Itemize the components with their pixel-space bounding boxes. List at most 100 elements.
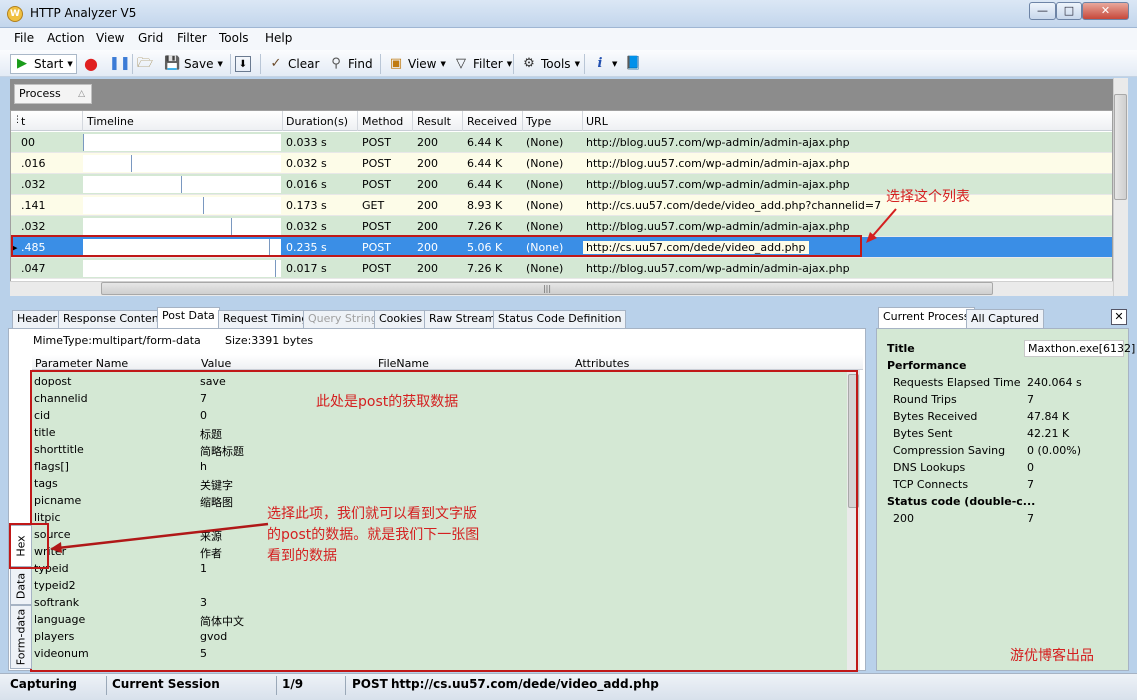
save-button[interactable]: 💾 Save ▼ [164,54,223,74]
tab-request-timing[interactable]: Request Timing [218,310,314,328]
post-param-row[interactable]: tags 关键字 [32,475,847,492]
stat-row: Requests Elapsed Time 240.064 s [883,374,1127,391]
column-header-duration[interactable]: Duration(s) [286,115,348,128]
tab-header[interactable]: Header [12,310,63,328]
status-session: Current Session [112,677,220,691]
stat-label: Compression Saving [893,444,1006,457]
close-button[interactable]: ✕ [1082,2,1129,20]
cell-method: GET [362,199,385,212]
status-code-row: 200 7 [893,512,1034,525]
param-name: tags [34,477,58,490]
cell-result: 200 [417,178,438,191]
menu-tools[interactable]: Tools [219,31,249,45]
column-header-result[interactable]: Result [417,115,451,128]
tab-response-content[interactable]: Response Content [58,310,169,328]
post-param-row[interactable]: softrank 3 [32,594,847,611]
grid-vertical-scroll-thumb[interactable] [1114,94,1127,200]
open-button[interactable]: 🗁 [137,54,153,74]
timeline-cell [83,218,281,235]
post-param-row[interactable]: players gvod [32,628,847,645]
column-header-received[interactable]: Received [467,115,517,128]
play-icon: ▶ [17,56,27,71]
post-data-scroll-thumb[interactable] [848,374,859,508]
tab-cookies[interactable]: Cookies [374,310,428,328]
broom-icon: ✓ [270,56,282,71]
cell-received: 5.06 K [467,241,503,254]
post-param-row[interactable]: shorttitle 简略标题 [32,441,847,458]
tab-raw-stream[interactable]: Raw Stream [424,310,501,328]
menu-filter[interactable]: Filter [177,31,207,45]
help-book-button[interactable]: 📘 [625,54,641,74]
grid-horizontal-scroll-thumb[interactable]: ||| [101,282,993,295]
post-param-row[interactable]: language 简体中文 [32,611,847,628]
table-row[interactable]: .047 0.017 s POST 200 7.26 K (None) http://blo… [11,258,1112,279]
info-button[interactable]: i ▼ [592,54,618,74]
tools-button[interactable]: ⚙ Tools ▼ [521,54,580,74]
stat-label: Bytes Received [893,410,978,423]
maximize-button[interactable]: □ [1056,2,1082,20]
column-header-attributes[interactable]: Attributes [575,357,629,370]
gear-icon: ⚙ [523,56,535,71]
menu-grid[interactable]: Grid [138,31,163,45]
post-param-row[interactable]: title 标题 [32,424,847,441]
clear-button[interactable]: ✓ Clear [268,54,320,74]
cell-type: (None) [526,157,564,170]
menu-file[interactable]: File [14,31,34,45]
start-button[interactable]: ▶ Start ▼ [10,54,77,74]
cell-t: .485 [21,241,46,254]
table-row[interactable]: .485 0.235 s POST 200 5.06 K (None) http://cs.… [11,237,1112,258]
side-tab-hex[interactable]: Hex [10,525,32,567]
column-header-type[interactable]: Type [526,115,551,128]
status-capturing: Capturing [10,677,77,691]
tab-status-code-definition[interactable]: Status Code Definition [493,310,627,328]
post-data-header: Parameter Name Value FileName Attributes [32,355,863,370]
column-header-method[interactable]: Method [362,115,403,128]
timeline-marker [131,155,132,172]
minimize-button[interactable]: — [1029,2,1056,20]
status-code-heading: Status code (double-c... [887,495,1036,508]
post-param-row[interactable]: videonum 5 [32,645,847,662]
column-header-filename[interactable]: FileName [378,357,429,370]
table-row[interactable]: .032 0.032 s POST 200 7.26 K (None) http://blo… [11,216,1112,237]
menu-help[interactable]: Help [265,31,292,45]
post-param-row[interactable]: dopost save [32,373,847,390]
column-header-parameter-name[interactable]: Parameter Name [35,357,128,370]
cell-received: 6.44 K [467,136,503,149]
tab-post-data[interactable]: Post Data [157,307,220,328]
param-name: players [34,630,75,643]
auto-scroll-button[interactable]: ⬇ [235,54,251,74]
group-chip-process[interactable]: Process △ [14,84,92,104]
cell-received: 6.44 K [467,157,503,170]
info-icon: i [597,56,603,71]
table-row[interactable]: 00 0.033 s POST 200 6.44 K (None) http://blog.… [11,132,1112,153]
view-button[interactable]: ▣ View ▼ [388,54,446,74]
filter-button[interactable]: ▽ Filter ▼ [453,54,512,74]
param-name: language [34,613,86,626]
find-button[interactable]: ⚲ Find [328,54,372,74]
book-icon: 📘 [625,56,642,71]
column-header-value[interactable]: Value [201,357,231,370]
tab-all-captured[interactable]: All Captured [966,309,1044,328]
pause-button[interactable]: ❚❚ [109,54,131,74]
performance-heading: Performance [887,359,967,372]
row-indicator-icon: ▸ [12,241,18,254]
chevron-down-icon: ▼ [574,60,580,68]
column-header-timeline[interactable]: Timeline [87,115,134,128]
chevron-down-icon: ▼ [67,60,73,68]
menu-view[interactable]: View [96,31,124,45]
close-pane-icon[interactable]: ✕ [1111,309,1127,325]
menu-action[interactable]: Action [47,31,85,45]
stop-button[interactable]: ● [83,54,99,74]
side-tab-form-data[interactable]: Form-data [10,605,32,669]
tab-current-process[interactable]: Current Process [878,307,975,328]
tab-query-string[interactable]: Query String [303,310,383,328]
cell-type: (None) [526,241,564,254]
grid-header: ⋮ t Timeline Duration(s) Method Result R… [11,111,1112,131]
column-header-t[interactable]: t [21,115,25,128]
post-param-row[interactable]: flags[] h [32,458,847,475]
column-header-url[interactable]: URL [586,115,608,128]
side-tab-data[interactable]: Data [10,567,32,605]
table-row[interactable]: .016 0.032 s POST 200 6.44 K (None) http://blo… [11,153,1112,174]
post-param-row[interactable]: typeid2 [32,577,847,594]
funnel-icon: ▽ [456,56,466,71]
